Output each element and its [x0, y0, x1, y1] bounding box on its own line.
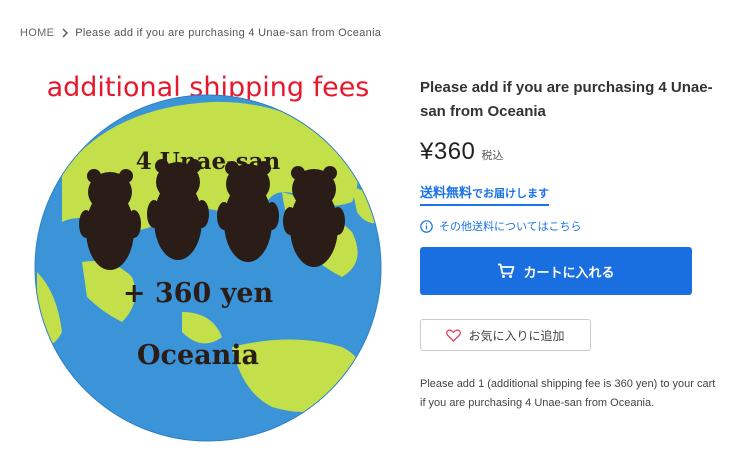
other-shipping-label: その他送料についてはこちら	[439, 221, 582, 233]
heart-icon	[446, 328, 462, 342]
price-row: ¥360 税込	[420, 138, 720, 166]
add-to-favorites-button[interactable]: お気に入りに追加	[420, 319, 591, 351]
product-price: ¥360	[420, 138, 476, 165]
free-shipping-strong: 送料無料	[420, 185, 473, 200]
cart-icon	[498, 263, 515, 278]
add-to-cart-button[interactable]: カートに入れる	[420, 247, 692, 295]
breadcrumb: HOME Please add if you are purchasing 4 …	[20, 27, 381, 39]
breadcrumb-current: Please add if you are purchasing 4 Unae-…	[75, 27, 382, 39]
chevron-right-icon	[62, 28, 69, 38]
info-icon	[420, 219, 433, 233]
image-line-2: + 360 yen	[123, 278, 274, 309]
breadcrumb-home-link[interactable]: HOME	[20, 27, 54, 39]
product-description: Please add 1 (additional shipping fee is…	[420, 378, 716, 409]
product-image[interactable]: additional shipping fees 4 Unae-san + 36…	[22, 62, 394, 442]
image-line-3: Oceania	[137, 340, 259, 371]
free-shipping-rest: でお届けします	[472, 188, 550, 200]
product-title: Please add if you are purchasing 4 Unae-…	[420, 79, 713, 120]
add-to-cart-label: カートに入れる	[523, 264, 615, 280]
product-info: Please add if you are purchasing 4 Unae-…	[420, 76, 720, 424]
other-shipping-link[interactable]: その他送料についてはこちら	[420, 218, 720, 234]
add-to-favorites-label: お気に入りに追加	[468, 328, 565, 343]
free-shipping-badge: 送料無料でお届けします	[420, 182, 550, 206]
tax-label: 税込	[481, 150, 504, 162]
